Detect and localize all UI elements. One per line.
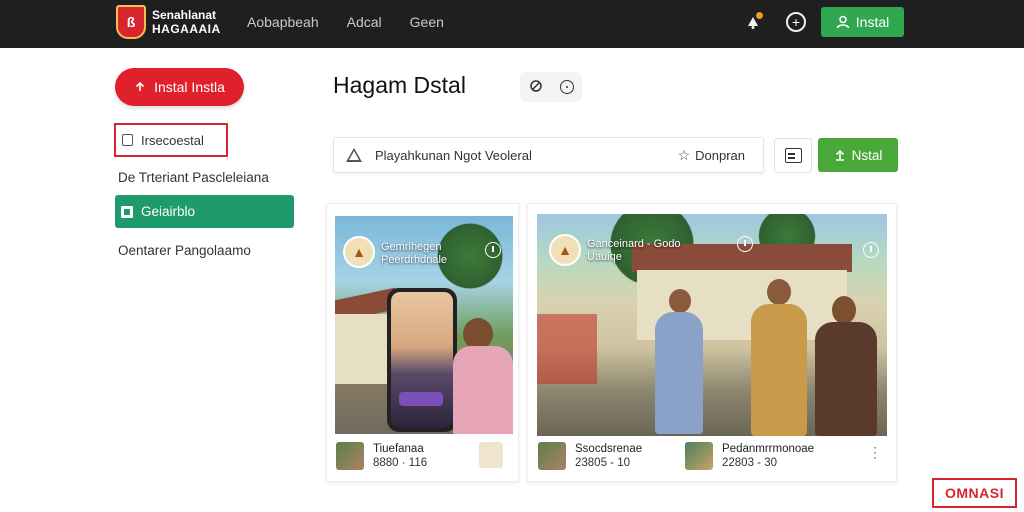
video-title: Ssocdsrenae — [575, 443, 643, 455]
calendar-button[interactable] — [774, 138, 812, 173]
person-body — [751, 304, 807, 436]
video-caption: Gemrlhegen Peerdrhdnale — [381, 241, 447, 267]
sidebar-install-label: Instal Instla — [154, 79, 225, 95]
video-meta: Tiuefanaa 8880 · 116 — [336, 442, 427, 470]
uploader-thumb — [685, 442, 713, 470]
clock-icon[interactable] — [559, 80, 574, 94]
video-title: Pedanmrrmonoae — [722, 443, 815, 455]
main-install-label: Nstal — [851, 147, 883, 163]
uploader-avatar-2 — [479, 442, 503, 468]
video-meta-2: Pedanmrrmonoae 22803 - 30 — [685, 442, 814, 470]
sidebar-item-2[interactable]: De Trteriant Pascleleiana — [118, 170, 269, 185]
document-icon — [122, 134, 133, 146]
nav-link-3[interactable]: Geen — [410, 14, 444, 30]
video-title: Tiuefanaa — [373, 443, 424, 455]
person-body — [815, 322, 877, 436]
video-caption-line2: Uauiqe — [587, 251, 622, 263]
user-icon — [836, 15, 850, 29]
info-icon[interactable] — [485, 242, 501, 258]
phone-device — [387, 288, 457, 432]
bell-icon[interactable] — [742, 11, 764, 33]
top-nav: Aobapbeah Adcal Geen — [247, 14, 472, 30]
search-input[interactable]: Playahkunan Ngot Veoleral — [375, 148, 678, 163]
brand-name: Senahlanat HAGAAAIA — [152, 8, 221, 36]
house-wall — [335, 314, 390, 384]
video-thumbnail[interactable]: ▲ Gemrlhegen Peerdrhdnale — [335, 216, 513, 434]
shield-logo-icon: ß — [116, 5, 146, 39]
star-icon[interactable]: ☆ — [678, 147, 691, 164]
video-stats: 22803 - 30 — [722, 457, 777, 469]
more-options-icon[interactable]: ⋮ — [868, 444, 882, 461]
title-actions — [520, 72, 582, 102]
brand-name-line1: Senahlanat — [152, 8, 217, 22]
header-install-button[interactable]: Instal — [821, 7, 904, 37]
uploader-thumb — [336, 442, 364, 470]
person-head — [832, 296, 856, 324]
person-body — [655, 312, 703, 434]
main-install-button[interactable]: Nstal — [818, 138, 898, 172]
warning-icon — [346, 148, 362, 162]
video-stats: 8880 · 116 — [373, 457, 428, 469]
calendar-icon — [784, 148, 802, 163]
sidebar-item-label: Irsecoestal — [141, 132, 204, 148]
upload-icon — [835, 149, 844, 161]
channel-avatar: ▲ — [343, 236, 375, 268]
watermark-badge: OMNASI — [932, 478, 1017, 508]
person-body — [453, 346, 513, 434]
header-install-label: Instal — [855, 14, 890, 30]
video-stats: 23805 - 10 — [575, 457, 630, 469]
info-icon[interactable] — [737, 236, 753, 252]
page-title: Hagam Dstal — [333, 72, 466, 98]
favorite-label[interactable]: Donpran — [695, 148, 745, 163]
sidebar-item-selected[interactable]: Irsecoestal — [114, 123, 228, 157]
nav-link-1[interactable]: Aobapbeah — [247, 14, 319, 30]
market-stall — [537, 314, 597, 384]
sidebar-install-button[interactable]: Instal Instla — [115, 68, 244, 106]
nav-link-2[interactable]: Adcal — [347, 14, 382, 30]
person-head — [767, 279, 791, 305]
video-meta: Ssocdsrenae 23805 - 10 — [538, 442, 642, 470]
sidebar-item-4[interactable]: Oentarer Pangolaamo — [118, 243, 251, 258]
video-card-2[interactable]: ▲ Ganceinard - Godo Uauiqe Ssocdsrenae 2… — [527, 203, 897, 482]
sidebar-item-label: Geiairblo — [141, 204, 196, 219]
search-bar[interactable]: Playahkunan Ngot Veoleral ☆ Donpran — [333, 137, 764, 173]
brand-name-line2: HAGAAAIA — [152, 22, 221, 36]
grid-icon — [121, 205, 133, 218]
person-head — [669, 289, 691, 313]
options-icon[interactable] — [863, 242, 879, 258]
video-caption-line1: Gemrlhegen — [381, 241, 442, 253]
video-caption: Ganceinard - Godo Uauiqe — [587, 238, 681, 264]
uploader-thumb — [538, 442, 566, 470]
share-icon[interactable] — [529, 79, 543, 96]
top-bar: ß Senahlanat HAGAAAIA Aobapbeah Adcal Ge… — [0, 0, 1024, 48]
upload-icon — [136, 81, 145, 91]
brand-logo[interactable]: ß Senahlanat HAGAAAIA — [116, 5, 221, 39]
channel-avatar: ▲ — [549, 234, 581, 266]
sidebar-item-active[interactable]: Geiairblo — [115, 195, 294, 228]
video-caption-line1: Ganceinard - Godo — [587, 238, 681, 250]
video-caption-line2: Peerdrhdnale — [381, 254, 448, 266]
video-card-1[interactable]: ▲ Gemrlhegen Peerdrhdnale Tiuefanaa 8880… — [326, 203, 519, 482]
video-thumbnail[interactable]: ▲ Ganceinard - Godo Uauiqe — [537, 214, 887, 436]
plus-circle-icon[interactable]: + — [786, 12, 806, 32]
